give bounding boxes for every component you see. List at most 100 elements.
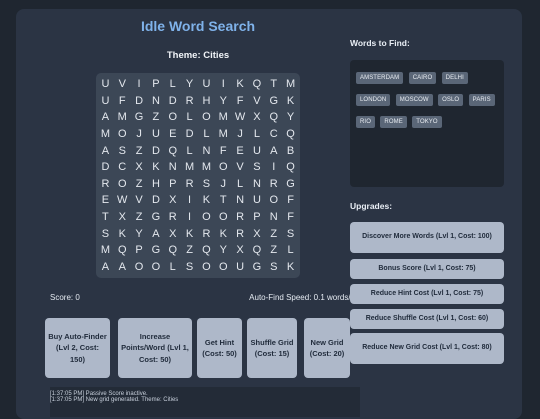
- grid-cell[interactable]: O: [164, 109, 181, 126]
- grid-cell[interactable]: S: [249, 159, 266, 176]
- grid-cell[interactable]: X: [164, 225, 181, 242]
- grid-cell[interactable]: J: [232, 126, 249, 143]
- grid-cell[interactable]: X: [232, 242, 249, 259]
- grid-cell[interactable]: X: [114, 209, 131, 226]
- grid-cell[interactable]: A: [265, 142, 282, 159]
- grid-cell[interactable]: M: [215, 126, 232, 143]
- grid-cell[interactable]: U: [148, 126, 165, 143]
- grid-cell[interactable]: E: [232, 142, 249, 159]
- shuffle-grid-button[interactable]: Shuffle Grid (Cost: 15): [247, 318, 297, 378]
- grid-cell[interactable]: Z: [148, 109, 165, 126]
- grid-cell[interactable]: T: [265, 76, 282, 93]
- grid-cell[interactable]: H: [198, 93, 215, 110]
- upgrade-bonus-score-button[interactable]: Bonus Score (Lvl 1, Cost: 75): [350, 259, 504, 279]
- grid-cell[interactable]: Z: [265, 225, 282, 242]
- grid-cell[interactable]: O: [215, 209, 232, 226]
- grid-cell[interactable]: O: [198, 209, 215, 226]
- grid-cell[interactable]: K: [181, 225, 198, 242]
- grid-cell[interactable]: J: [131, 126, 148, 143]
- increase-points-button[interactable]: Increase Points/Word (Lvl 1, Cost: 50): [118, 318, 192, 378]
- upgrade-discover-more-words-button[interactable]: Discover More Words (Lvl 1, Cost: 100): [350, 222, 504, 253]
- grid-cell[interactable]: A: [114, 258, 131, 275]
- grid-cell[interactable]: H: [148, 176, 165, 193]
- grid-cell[interactable]: W: [114, 192, 131, 209]
- grid-cell[interactable]: D: [131, 93, 148, 110]
- grid-cell[interactable]: K: [215, 225, 232, 242]
- grid-cell[interactable]: U: [97, 76, 114, 93]
- grid-cell[interactable]: R: [97, 176, 114, 193]
- grid-cell[interactable]: N: [265, 209, 282, 226]
- grid-cell[interactable]: S: [198, 176, 215, 193]
- grid-cell[interactable]: Z: [131, 176, 148, 193]
- grid-cell[interactable]: U: [97, 93, 114, 110]
- grid-cell[interactable]: R: [232, 209, 249, 226]
- grid-cell[interactable]: R: [181, 93, 198, 110]
- grid-cell[interactable]: Q: [282, 159, 299, 176]
- grid-cell[interactable]: D: [148, 192, 165, 209]
- grid-cell[interactable]: A: [97, 109, 114, 126]
- grid-cell[interactable]: V: [232, 159, 249, 176]
- grid-cell[interactable]: O: [215, 258, 232, 275]
- grid-cell[interactable]: F: [215, 142, 232, 159]
- grid-cell[interactable]: N: [232, 192, 249, 209]
- grid-cell[interactable]: R: [181, 176, 198, 193]
- grid-cell[interactable]: M: [181, 159, 198, 176]
- grid-cell[interactable]: Q: [282, 126, 299, 143]
- grid-cell[interactable]: G: [265, 93, 282, 110]
- grid-cell[interactable]: S: [282, 225, 299, 242]
- grid-cell[interactable]: Z: [265, 242, 282, 259]
- grid-cell[interactable]: R: [232, 225, 249, 242]
- grid-cell[interactable]: D: [148, 142, 165, 159]
- grid-cell[interactable]: N: [249, 176, 266, 193]
- upgrade-reduce-new-grid-cost-button[interactable]: Reduce New Grid Cost (Lvl 1, Cost: 80): [350, 333, 504, 364]
- grid-cell[interactable]: A: [97, 258, 114, 275]
- grid-cell[interactable]: I: [131, 76, 148, 93]
- grid-cell[interactable]: L: [282, 242, 299, 259]
- grid-cell[interactable]: X: [164, 192, 181, 209]
- grid-cell[interactable]: Z: [131, 142, 148, 159]
- grid-cell[interactable]: S: [265, 258, 282, 275]
- grid-cell[interactable]: Y: [215, 242, 232, 259]
- grid-cell[interactable]: O: [148, 258, 165, 275]
- grid-cell[interactable]: N: [164, 159, 181, 176]
- grid-cell[interactable]: V: [131, 192, 148, 209]
- buy-auto-finder-button[interactable]: Buy Auto-Finder (Lvl 2, Cost: 150): [45, 318, 110, 378]
- grid-cell[interactable]: G: [148, 209, 165, 226]
- grid-cell[interactable]: F: [282, 192, 299, 209]
- grid-cell[interactable]: N: [198, 142, 215, 159]
- grid-cell[interactable]: Q: [198, 242, 215, 259]
- grid-cell[interactable]: Y: [181, 76, 198, 93]
- grid-cell[interactable]: M: [198, 159, 215, 176]
- grid-cell[interactable]: Z: [131, 209, 148, 226]
- grid-cell[interactable]: Q: [114, 242, 131, 259]
- grid-cell[interactable]: E: [97, 192, 114, 209]
- grid-cell[interactable]: W: [232, 109, 249, 126]
- grid-cell[interactable]: Q: [249, 76, 266, 93]
- grid-cell[interactable]: U: [198, 76, 215, 93]
- grid-cell[interactable]: G: [249, 258, 266, 275]
- get-hint-button[interactable]: Get Hint (Cost: 50): [197, 318, 242, 378]
- grid-cell[interactable]: K: [198, 192, 215, 209]
- grid-cell[interactable]: F: [232, 93, 249, 110]
- grid-cell[interactable]: I: [181, 192, 198, 209]
- grid-cell[interactable]: X: [249, 109, 266, 126]
- grid-cell[interactable]: Z: [181, 242, 198, 259]
- grid-cell[interactable]: K: [148, 159, 165, 176]
- grid-cell[interactable]: N: [148, 93, 165, 110]
- grid-cell[interactable]: I: [215, 76, 232, 93]
- new-grid-button[interactable]: New Grid (Cost: 20): [304, 318, 350, 378]
- grid-cell[interactable]: O: [198, 109, 215, 126]
- grid-cell[interactable]: D: [97, 159, 114, 176]
- grid-cell[interactable]: M: [97, 126, 114, 143]
- grid-cell[interactable]: O: [114, 176, 131, 193]
- grid-cell[interactable]: U: [232, 258, 249, 275]
- grid-cell[interactable]: M: [282, 76, 299, 93]
- grid-cell[interactable]: R: [198, 225, 215, 242]
- upgrade-reduce-shuffle-cost-button[interactable]: Reduce Shuffle Cost (Lvl 1, Cost: 60): [350, 309, 504, 329]
- grid-cell[interactable]: O: [198, 258, 215, 275]
- grid-cell[interactable]: E: [164, 126, 181, 143]
- grid-cell[interactable]: G: [148, 242, 165, 259]
- grid-cell[interactable]: X: [131, 159, 148, 176]
- grid-cell[interactable]: V: [249, 93, 266, 110]
- grid-cell[interactable]: Q: [249, 242, 266, 259]
